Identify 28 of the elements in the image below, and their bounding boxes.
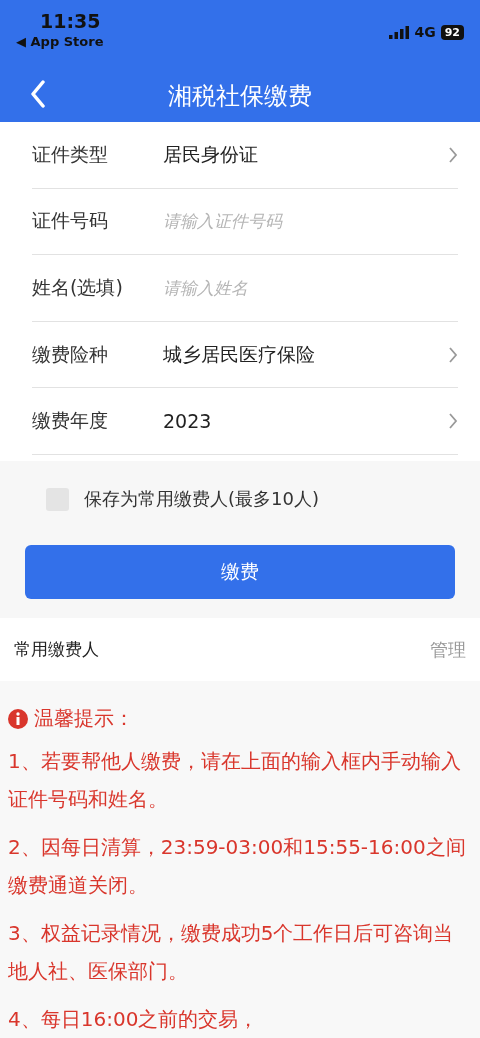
tip-text: 4、每日16:00之前的交易， xyxy=(8,1006,260,1033)
status-time: 11:35 xyxy=(40,10,101,32)
tip-text: 2、因每日清算，23:59-03:00和15:55-16:00之间缴费通道关闭。 xyxy=(8,834,467,899)
tip-text: 3、权益记录情况，缴费成功5个工作日后可咨询当地人社、医保部门。 xyxy=(8,920,455,985)
pay-button[interactable]: 缴费 xyxy=(25,545,455,600)
checkbox-label: 保存为常用缴费人(最多10人) xyxy=(84,487,319,512)
chevron-right-icon xyxy=(448,413,458,430)
select-value[interactable]: 居民身份证 xyxy=(163,141,448,168)
back-icon xyxy=(30,80,46,108)
tips-title: 温馨提示： xyxy=(34,705,134,732)
info-icon xyxy=(8,708,28,729)
select-value[interactable]: 2023 xyxy=(163,410,448,433)
field-label: 缴费险种 xyxy=(32,341,109,367)
chevron-right-icon xyxy=(448,146,458,163)
select-value[interactable]: 城乡居民医疗保险 xyxy=(163,341,448,368)
page-title: 湘税社保缴费 xyxy=(168,81,312,112)
signal-icon xyxy=(389,25,410,39)
tip-text: 1、若要帮他人缴费，请在上面的输入框内手动输入证件号码和姓名。 xyxy=(8,748,462,813)
field-label: 姓名(选填) xyxy=(32,275,124,300)
network-type: 4G xyxy=(414,24,436,40)
battery-level: 92 xyxy=(440,24,464,40)
chevron-right-icon xyxy=(448,346,458,363)
back-button[interactable] xyxy=(30,80,46,108)
field-label: 缴费年度 xyxy=(32,408,109,434)
field-label: 证件号码 xyxy=(32,208,109,234)
field-label: 证件类型 xyxy=(32,141,109,167)
back-to-app-link[interactable]: ◀ App Store xyxy=(16,34,104,49)
section-title: 常用缴费人 xyxy=(14,638,99,662)
